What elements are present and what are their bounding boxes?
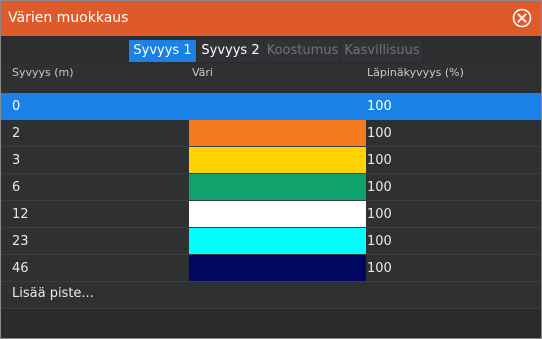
table-row[interactable]: 23 100	[1, 228, 541, 255]
table-row[interactable]: 0 100	[1, 93, 541, 120]
transparency-cell: 100	[367, 99, 392, 114]
color-edit-dialog: Värien muokkaus Syvyys 1 Syvyys 2 Koostu…	[0, 0, 542, 339]
depth-cell: 6	[12, 180, 21, 195]
transparency-cell: 100	[367, 261, 392, 276]
tab-kasvillisuus[interactable]: Kasvillisuus	[342, 40, 422, 62]
empty-area	[1, 309, 541, 338]
table-row[interactable]: 2 100	[1, 120, 541, 147]
title-bar: Värien muokkaus	[1, 1, 541, 36]
transparency-cell: 100	[367, 234, 392, 249]
dialog-title: Värien muokkaus	[8, 10, 129, 26]
add-point-label: Lisää piste...	[12, 286, 94, 301]
depth-cell: 23	[12, 234, 29, 249]
close-button[interactable]	[512, 8, 532, 28]
header-color: Väri	[192, 66, 213, 79]
transparency-cell: 100	[367, 126, 392, 141]
table-row[interactable]: 6 100	[1, 174, 541, 201]
color-swatch[interactable]	[189, 147, 366, 173]
color-swatch[interactable]	[189, 174, 366, 200]
tab-syvyys-2[interactable]: Syvyys 2	[198, 40, 263, 62]
table-row[interactable]: 12 100	[1, 201, 541, 228]
tab-koostumus[interactable]: Koostumus	[265, 40, 340, 62]
transparency-cell: 100	[367, 207, 392, 222]
close-circle-icon	[512, 8, 532, 28]
color-swatch[interactable]	[189, 255, 366, 281]
add-point-button[interactable]: Lisää piste...	[1, 282, 541, 309]
table-row[interactable]: 46 100	[1, 255, 541, 282]
table-row[interactable]: 3 100	[1, 147, 541, 174]
depth-cell: 46	[12, 261, 29, 276]
tab-syvyys-1[interactable]: Syvyys 1	[129, 40, 196, 62]
depth-cell: 2	[12, 126, 21, 141]
depth-cell: 3	[12, 153, 21, 168]
color-swatch[interactable]	[189, 228, 366, 254]
header-depth: Syvyys (m)	[12, 66, 74, 79]
depth-cell: 0	[12, 99, 21, 114]
transparency-cell: 100	[367, 153, 392, 168]
tab-bar: Syvyys 1 Syvyys 2 Koostumus Kasvillisuus	[1, 36, 541, 64]
depth-cell: 12	[12, 207, 29, 222]
color-swatch[interactable]	[189, 120, 366, 146]
color-swatch[interactable]	[189, 201, 366, 227]
transparency-cell: 100	[367, 180, 392, 195]
header-transparency: Läpinäkyvyys (%)	[367, 66, 464, 79]
table-header: Syvyys (m) Väri Läpinäkyvyys (%)	[1, 64, 541, 94]
